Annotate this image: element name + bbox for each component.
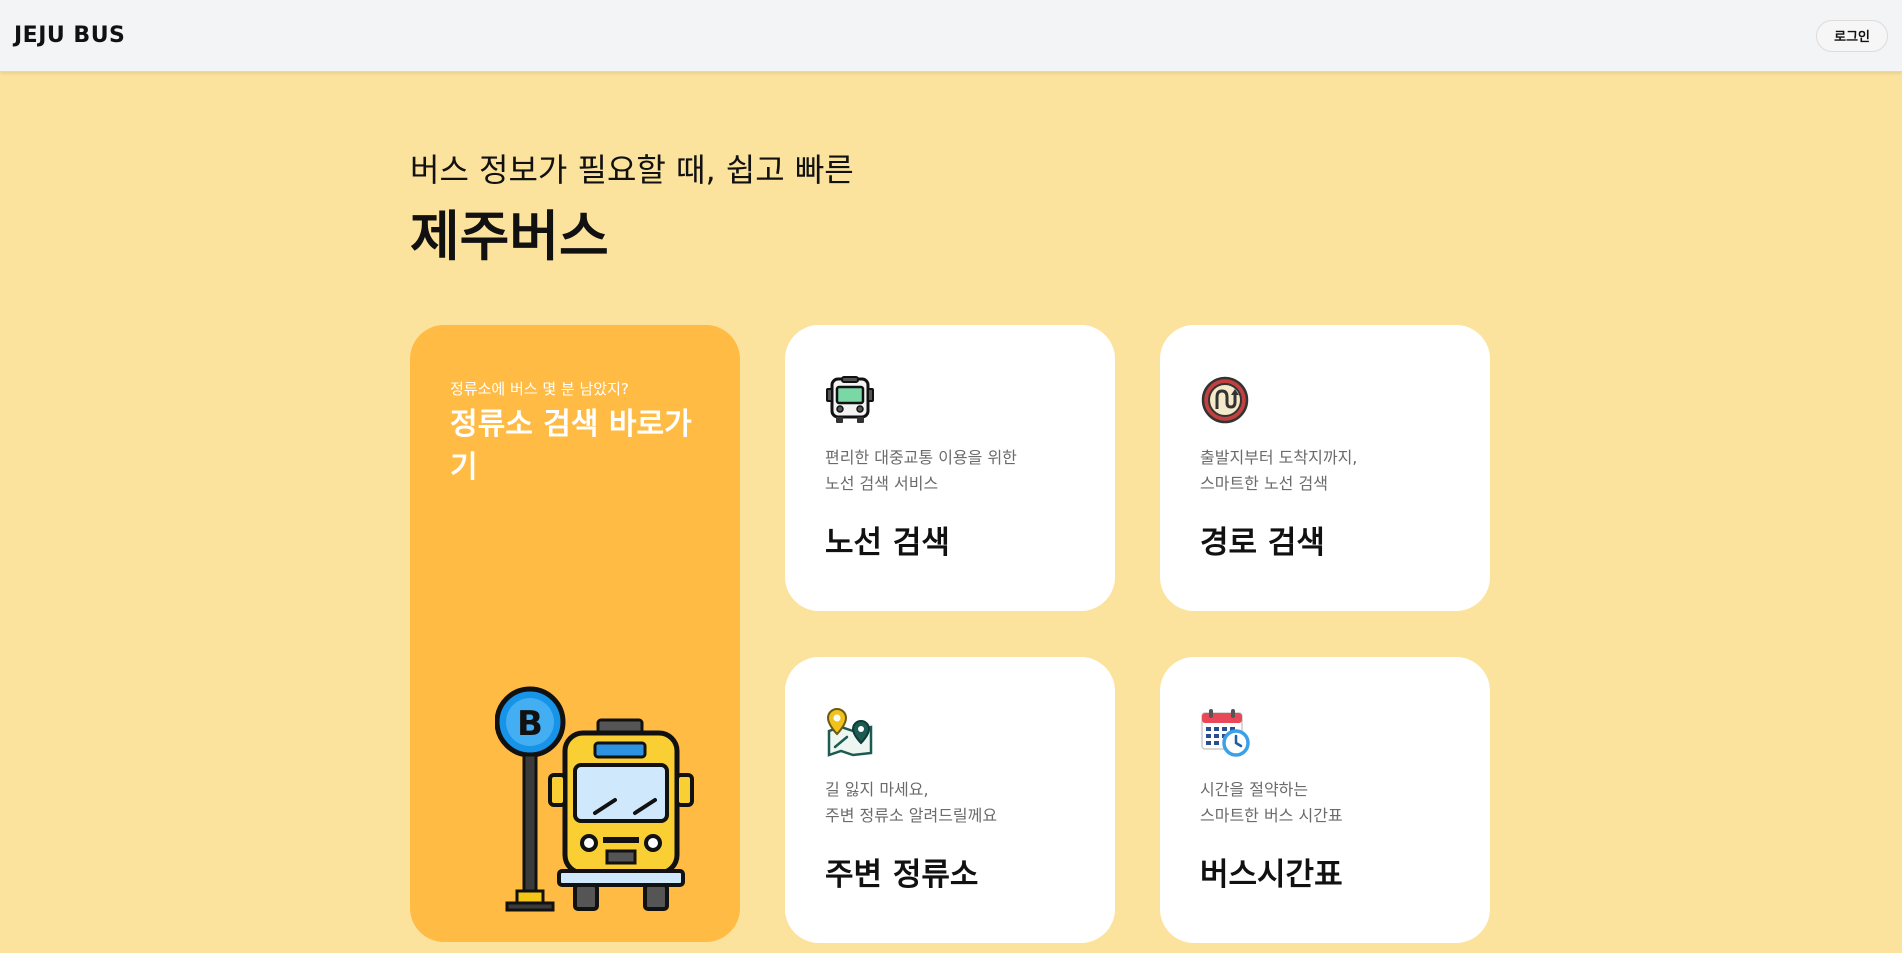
logo[interactable]: JEJU BUS bbox=[14, 23, 125, 48]
route-search-title: 노선 검색 bbox=[825, 525, 950, 561]
nearby-stops-desc: 길 잃지 마세요, 주변 정류소 알려드릴께요 bbox=[825, 780, 998, 825]
nearby-stops-title: 주변 정류소 bbox=[825, 857, 979, 893]
path-search-desc: 출발지부터 도착지까지, 스마트한 노선 검색 bbox=[1200, 448, 1358, 493]
stop-search-subtitle: 정류소에 버스 몇 분 남았지? bbox=[450, 380, 629, 398]
path-search-title: 경로 검색 bbox=[1200, 525, 1325, 561]
calendar-clock-icon bbox=[1201, 709, 1250, 757]
timetable-title: 버스시간표 bbox=[1200, 857, 1343, 893]
nearby-stops-card[interactable]: 길 잃지 마세요, 주변 정류소 알려드릴께요 주변 정류소 bbox=[785, 657, 1115, 943]
map-pin-icon bbox=[826, 707, 873, 757]
route-search-desc: 편리한 대중교통 이용을 위한 노선 검색 서비스 bbox=[825, 448, 1017, 493]
route-search-card[interactable]: 편리한 대중교통 이용을 위한 노선 검색 서비스 노선 검색 bbox=[785, 325, 1115, 611]
top-header: JEJU BUS 로그인 bbox=[0, 0, 1902, 72]
stop-search-card[interactable]: 정류소에 버스 몇 분 남았지? 정류소 검색 바로가기 B bbox=[410, 325, 740, 942]
hero-title: 제주버스 bbox=[410, 205, 609, 268]
hero-subtitle: 버스 정보가 필요할 때, 쉽고 빠른 bbox=[410, 151, 854, 189]
login-button[interactable]: 로그인 bbox=[1816, 19, 1888, 52]
timetable-desc: 시간을 절약하는 스마트한 버스 시간표 bbox=[1200, 780, 1343, 825]
svg-text:B: B bbox=[517, 704, 543, 744]
route-sign-icon bbox=[1201, 376, 1249, 424]
path-search-card[interactable]: 출발지부터 도착지까지, 스마트한 노선 검색 경로 검색 bbox=[1160, 325, 1490, 611]
stop-search-title: 정류소 검색 바로가기 bbox=[450, 407, 692, 485]
bus-front-icon bbox=[826, 376, 874, 423]
timetable-card[interactable]: 시간을 절약하는 스마트한 버스 시간표 버스시간표 bbox=[1160, 657, 1490, 943]
bus-stop-illustration-icon: B bbox=[495, 686, 694, 912]
